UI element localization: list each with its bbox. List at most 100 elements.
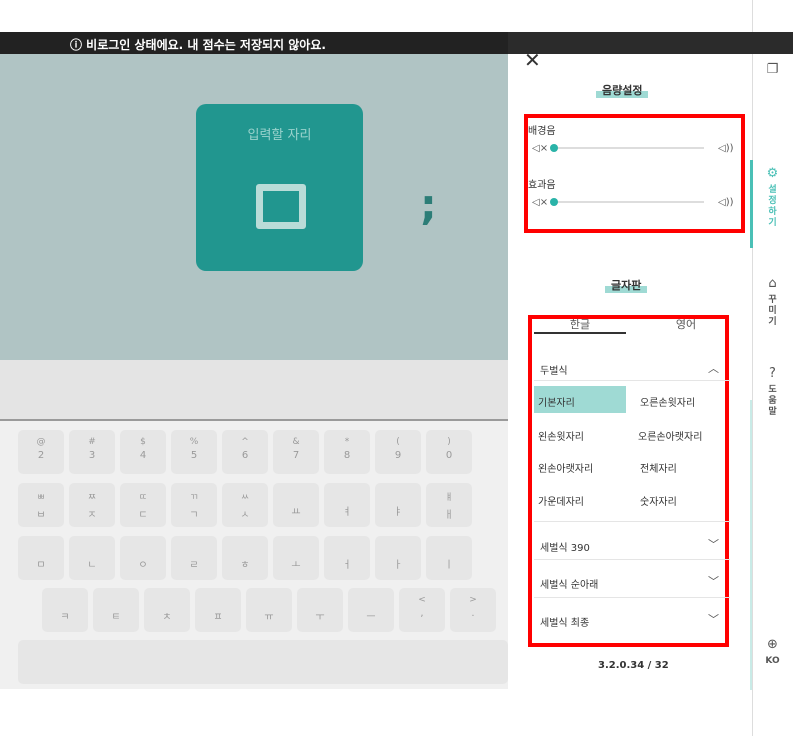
key-shift-label: $	[140, 437, 146, 447]
brush-icon: ⌂	[768, 276, 777, 291]
chevron-up-icon[interactable]: ︿	[708, 360, 719, 376]
key-shift-label	[426, 543, 472, 553]
panel-footer-blank	[508, 689, 752, 736]
rail-top-strip	[752, 32, 793, 54]
keyboard-key: ㅛ	[273, 483, 319, 527]
keyboard-key: ㅏ	[375, 536, 421, 580]
version-text: 3.2.0.34 / 32	[598, 660, 669, 671]
input-target-card: 입력할 자리	[196, 104, 363, 271]
key-main-label: 2	[37, 450, 45, 461]
key-shift-label	[93, 595, 139, 605]
keyboard-key: ㅒㅐ	[426, 483, 472, 527]
key-main-label: ㅗ	[291, 560, 301, 571]
key-main-label: ㅂ	[36, 510, 46, 521]
panel-top-strip	[508, 32, 752, 54]
key-main-label: ㅠ	[264, 612, 274, 623]
option-right-top[interactable]: 오른손윗자리	[640, 394, 695, 409]
sound-settings-title: 음량설정	[596, 82, 649, 98]
speaker-mute-icon[interactable]: ◁×	[532, 197, 548, 208]
bgm-slider-thumb[interactable]	[550, 144, 558, 152]
option-home-row[interactable]: 기본자리	[538, 394, 575, 409]
keyboard-key: ㅓ	[324, 536, 370, 580]
option-left-bottom[interactable]: 왼손아랫자리	[538, 460, 593, 475]
keyboard-key: ㅃㅂ	[18, 483, 64, 527]
close-icon[interactable]: ✕	[524, 48, 541, 72]
keyboard-key: ㅗ	[273, 536, 319, 580]
section-dubeolsik[interactable]: 두벌식	[540, 362, 568, 377]
key-shift-label: >	[469, 595, 477, 605]
keyboard-key: @2	[18, 430, 64, 474]
gear-icon: ⚙	[766, 166, 779, 181]
key-main-label: 6	[241, 450, 249, 461]
key-main-label: 0	[445, 450, 453, 461]
key-shift-label	[195, 595, 241, 605]
key-main-label: 4	[139, 450, 147, 461]
keyboard-key: ㅑ	[375, 483, 421, 527]
key-shift-label: @	[36, 437, 46, 447]
keyboard-key: & 7	[273, 430, 319, 474]
section-sebeolsik-sun[interactable]: 세벌식 순아래	[540, 576, 598, 591]
speaker-loud-icon[interactable]: ◁))	[718, 197, 734, 208]
keyboard-key: ㄹ	[171, 536, 217, 580]
keyboard-key: $4	[120, 430, 166, 474]
keyboard-key: ㅉㅈ	[69, 483, 115, 527]
next-character: ;	[420, 180, 437, 229]
keyboard-key: ㅎ	[222, 536, 268, 580]
chevron-down-icon[interactable]: ﹀	[708, 573, 719, 589]
key-main-label: ㅈ	[87, 510, 97, 521]
rail-decorate-button[interactable]: ⌂ 꾸 미 기	[752, 276, 793, 328]
rail-help-button[interactable]: ? 도 움 말	[752, 366, 793, 418]
keyboard-key: ㅆㅅ	[222, 483, 268, 527]
key-main-label: ㅊ	[162, 612, 172, 623]
key-main-label: ㅅ	[240, 510, 250, 521]
key-shift-label: <	[418, 595, 426, 605]
keyboard-key: (9	[375, 430, 421, 474]
sfx-label: 효과음	[528, 180, 556, 191]
chevron-down-icon[interactable]: ﹀	[708, 536, 719, 552]
speaker-loud-icon[interactable]: ◁))	[718, 143, 734, 154]
section-divider	[534, 559, 730, 560]
key-shift-label	[297, 595, 343, 605]
keyboard-key: ㄴ	[69, 536, 115, 580]
key-shift-label: ㅉ	[87, 493, 97, 503]
keyboard-key: ㅁ	[18, 536, 64, 580]
key-shift-label	[246, 595, 292, 605]
keyboard-key: ㅍ	[195, 588, 241, 632]
sfx-slider[interactable]	[552, 201, 704, 203]
key-main-label: ㄱ	[189, 510, 199, 521]
option-all[interactable]: 전체자리	[640, 460, 677, 475]
rail-settings-button[interactable]: ⚙ 설 정 하 기	[752, 166, 793, 229]
option-left-top[interactable]: 왼손윗자리	[538, 428, 584, 443]
bgm-label: 배경음	[528, 126, 556, 137]
key-main-label: 3	[88, 450, 96, 461]
section-sebeolsik-390[interactable]: 세벌식 390	[540, 539, 590, 554]
keyboard-key: ㅊ	[144, 588, 190, 632]
keyboard-layout-title: 글자판	[605, 277, 648, 293]
key-main-label: ㅐ	[444, 510, 454, 521]
key-shift-label: #	[88, 437, 96, 447]
key-shift-label	[273, 490, 319, 500]
key-shift-label: %	[189, 437, 199, 447]
section-sebeolsik-final[interactable]: 세벌식 최종	[540, 614, 589, 629]
key-shift-label: ㄲ	[189, 493, 199, 503]
key-main-label: 9	[394, 450, 402, 461]
bgm-slider[interactable]	[552, 147, 704, 149]
option-numbers[interactable]: 숫자자리	[640, 493, 677, 508]
copy-icon[interactable]: ❐	[752, 62, 793, 81]
chevron-down-icon[interactable]: ﹀	[708, 611, 719, 627]
key-main-label: ㅍ	[213, 612, 223, 623]
option-right-bottom[interactable]: 오른손아랫자리	[638, 428, 702, 443]
key-shift-label: ^	[241, 437, 249, 447]
option-center[interactable]: 가운데자리	[538, 493, 584, 508]
rail-language-button[interactable]: ⊕ KO	[752, 637, 793, 667]
key-shift-label: (	[396, 437, 400, 447]
speaker-mute-icon[interactable]: ◁×	[532, 143, 548, 154]
key-main-label: ㅏ	[393, 560, 403, 571]
key-shift-label: *	[344, 437, 350, 447]
key-shift-label: )	[447, 437, 451, 447]
key-shift-label	[42, 595, 88, 605]
keyboard-key: #3	[69, 430, 115, 474]
key-shift-label: &	[292, 437, 300, 447]
key-main-label: ㄹ	[189, 560, 199, 571]
sfx-slider-thumb[interactable]	[550, 198, 558, 206]
